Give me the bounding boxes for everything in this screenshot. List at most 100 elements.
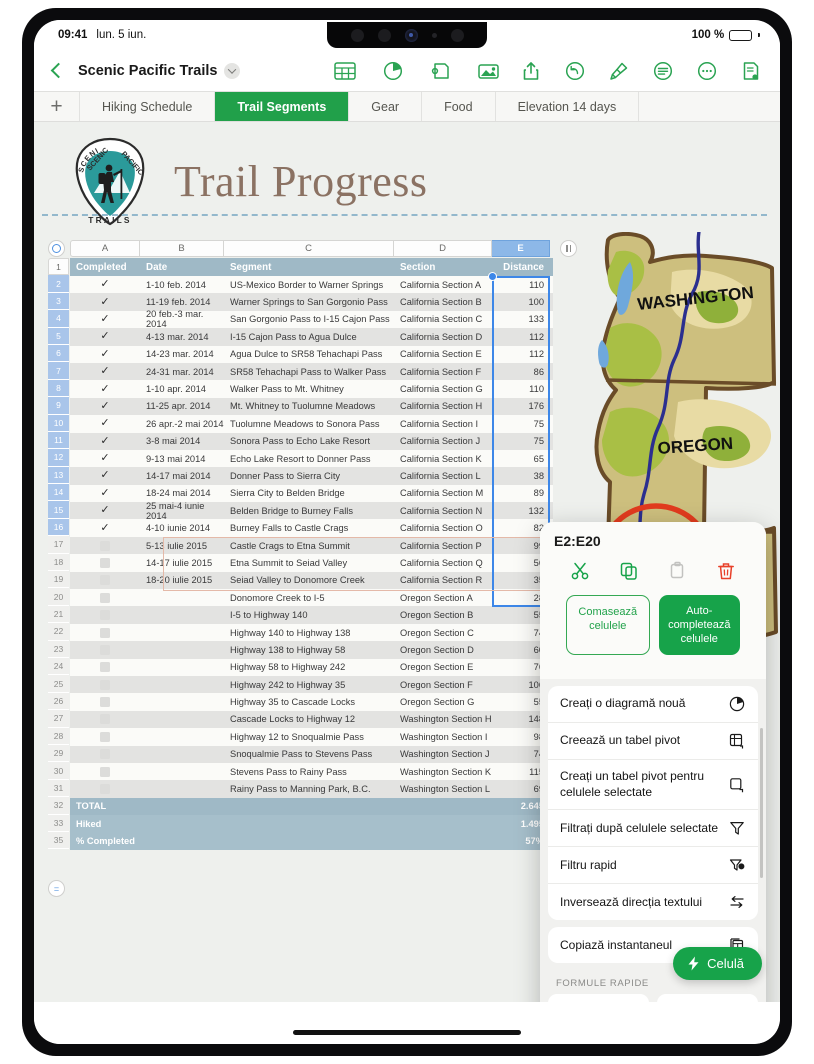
table-select-handle[interactable] (48, 240, 65, 257)
row-header-8[interactable]: 8 (48, 379, 69, 398)
table-row[interactable]: ✓ 24-31 mar. 2014 SR58 Tehachapi Pass to W… (70, 362, 553, 381)
cell-completed[interactable] (70, 714, 140, 725)
cell-section[interactable]: California Section R (394, 575, 492, 585)
cell-completed[interactable]: ✓ (70, 453, 140, 464)
cell-section[interactable]: Oregon Section E (394, 662, 492, 672)
table-row[interactable]: ✓ 4-13 mar. 2014 I-15 Cajon Pass to Agua D… (70, 328, 553, 346)
cell-section[interactable]: Oregon Section A (394, 593, 492, 603)
cell-segment[interactable]: Stevens Pass to Rainy Pass (224, 767, 394, 777)
row-header-10[interactable]: 10 (48, 414, 69, 432)
cell-segment[interactable]: Sierra City to Belden Bridge (224, 488, 394, 498)
shape-icon[interactable] (430, 60, 452, 82)
cell-segment[interactable]: Highway 58 to Highway 242 (224, 662, 394, 672)
cell-date[interactable]: 4-10 iunie 2014 (140, 523, 224, 533)
table-row[interactable]: ✓ 9-13 mai 2014 Echo Lake Resort to Donner… (70, 449, 553, 468)
cell-completed[interactable] (70, 592, 140, 603)
row-header-26[interactable]: 26 (48, 692, 69, 711)
row-header-19[interactable]: 19 (48, 571, 69, 589)
cell-date[interactable]: 3-8 mai 2014 (140, 436, 224, 446)
cell-section[interactable]: Oregon Section F (394, 680, 492, 690)
table-row[interactable]: ✓ 25 mai-4 iunie 2014 Belden Bridge to Bur… (70, 501, 553, 521)
table-row[interactable]: ✓ 14-17 mai 2014 Donner Pass to Sierra Cit… (70, 467, 553, 485)
cell-distance[interactable]: 75 (492, 419, 550, 429)
cell-segment[interactable]: US-Mexico Border to Warner Springs (224, 280, 394, 290)
row-header-30[interactable]: 30 (48, 762, 69, 780)
column-header-d[interactable]: D (394, 240, 492, 257)
cell-segment[interactable]: Highway 242 to Highway 35 (224, 680, 394, 690)
cell-section[interactable]: Washington Section L (394, 784, 492, 794)
row-header-29[interactable]: 29 (48, 744, 69, 763)
more-icon[interactable] (696, 60, 718, 82)
row-header-21[interactable]: 21 (48, 605, 69, 624)
cell-completed[interactable] (70, 610, 140, 621)
quick-formula-sum[interactable]: Sumă (548, 994, 649, 1002)
table-row[interactable]: Highway 35 to Cascade Locks Oregon Sectio… (70, 693, 553, 711)
cell-distance[interactable]: 112 (492, 349, 550, 359)
cell-completed[interactable]: ✓ (70, 331, 140, 342)
sheet-tab-elevation[interactable]: Elevation 14 days (496, 92, 640, 121)
cell-date[interactable]: 14-17 iulie 2015 (140, 558, 224, 568)
cell-completed[interactable] (70, 749, 140, 760)
row-header-35[interactable]: 35 (48, 831, 69, 850)
cell-section[interactable]: California Section C (394, 314, 492, 324)
row-header-9[interactable]: 9 (48, 397, 69, 415)
cell-completed[interactable]: ✓ (70, 383, 140, 395)
copy-icon[interactable] (617, 559, 641, 583)
cell-segment[interactable]: Highway 140 to Highway 138 (224, 628, 394, 638)
row-header-31[interactable]: 31 (48, 779, 69, 798)
cell-segment[interactable]: Echo Lake Resort to Donner Pass (224, 454, 394, 464)
cell-completed[interactable]: ✓ (70, 348, 140, 360)
row-header-32[interactable]: 32 (48, 797, 69, 815)
cell-completed[interactable]: ✓ (70, 435, 140, 447)
cell-completed[interactable] (70, 662, 140, 673)
column-header-e[interactable]: E (492, 240, 550, 257)
cell-distance[interactable]: 89 (492, 488, 550, 498)
table-row[interactable]: ✓ 11-19 feb. 2014 Warner Springs to San Go… (70, 293, 553, 311)
cell-section[interactable]: California Section L (394, 471, 492, 481)
cell-date[interactable]: 9-13 mai 2014 (140, 454, 224, 464)
cell-section[interactable]: Washington Section H (394, 714, 492, 724)
cell-segment[interactable]: Highway 35 to Cascade Locks (224, 697, 394, 707)
row-header-23[interactable]: 23 (48, 640, 69, 658)
add-sheet-button[interactable]: + (34, 92, 80, 121)
cell-distance[interactable]: 86 (492, 367, 550, 377)
table-row[interactable]: Rainy Pass to Manning Park, B.C. Washingt… (70, 780, 553, 798)
row-header-16[interactable]: 16 (48, 518, 69, 537)
menu-item-create-pivot[interactable]: Creează un tabel pivot (548, 723, 758, 761)
cell-date[interactable]: 1-10 apr. 2014 (140, 384, 224, 394)
cell-completed[interactable]: ✓ (70, 418, 140, 429)
share-icon[interactable] (520, 60, 542, 82)
cell-segment[interactable]: Donner Pass to Sierra City (224, 471, 394, 481)
row-header-3[interactable]: 3 (48, 292, 69, 311)
cell-section[interactable]: California Section H (394, 401, 492, 411)
cell-completed[interactable]: ✓ (70, 470, 140, 481)
cell-section[interactable]: California Section A (394, 280, 492, 290)
row-header-6[interactable]: 6 (48, 344, 69, 363)
row-header-18[interactable]: 18 (48, 553, 69, 572)
table-row[interactable]: 5-13 iulie 2015 Castle Crags to Etna Summ… (70, 536, 553, 555)
cell-completed[interactable] (70, 644, 140, 655)
table-row[interactable]: 14-17 iulie 2015 Etna Summit to Seiad Val… (70, 554, 553, 572)
cell-segment[interactable]: Sonora Pass to Echo Lake Resort (224, 436, 394, 446)
sheet-tab-food[interactable]: Food (422, 92, 496, 121)
cell-date[interactable]: 26 apr.-2 mai 2014 (140, 419, 224, 429)
menu-item-reverse-text-direction[interactable]: Inversează direcția textului (548, 884, 758, 920)
document-icon[interactable] (740, 60, 762, 82)
cell-segment[interactable]: I-5 to Highway 140 (224, 610, 394, 620)
cell-distance[interactable]: 176 (492, 401, 550, 411)
autofill-cells-button[interactable]: Auto-completează celulele (658, 595, 740, 656)
sheet-tab-gear[interactable]: Gear (349, 92, 423, 121)
cell-section[interactable]: California Section J (394, 436, 492, 446)
media-icon[interactable] (478, 60, 500, 82)
cell-date[interactable]: 14-23 mar. 2014 (140, 349, 224, 359)
table-row[interactable]: Highway 12 to Snoqualmie Pass Washington … (70, 728, 553, 746)
cell-completed[interactable] (70, 731, 140, 742)
cell-date[interactable]: 4-13 mar. 2014 (140, 332, 224, 342)
table-row[interactable]: ✓ 26 apr.-2 mai 2014 Tuolumne Meadows to S… (70, 415, 553, 433)
cut-icon[interactable] (568, 559, 592, 583)
cell-date[interactable]: 14-17 mai 2014 (140, 471, 224, 481)
cell-distance[interactable]: 112 (492, 332, 550, 342)
table-row[interactable]: I-5 to Highway 140 Oregon Section B 55 (70, 606, 553, 624)
cell-segment[interactable]: I-15 Cajon Pass to Agua Dulce (224, 332, 394, 342)
cell-section[interactable]: California Section F (394, 367, 492, 377)
